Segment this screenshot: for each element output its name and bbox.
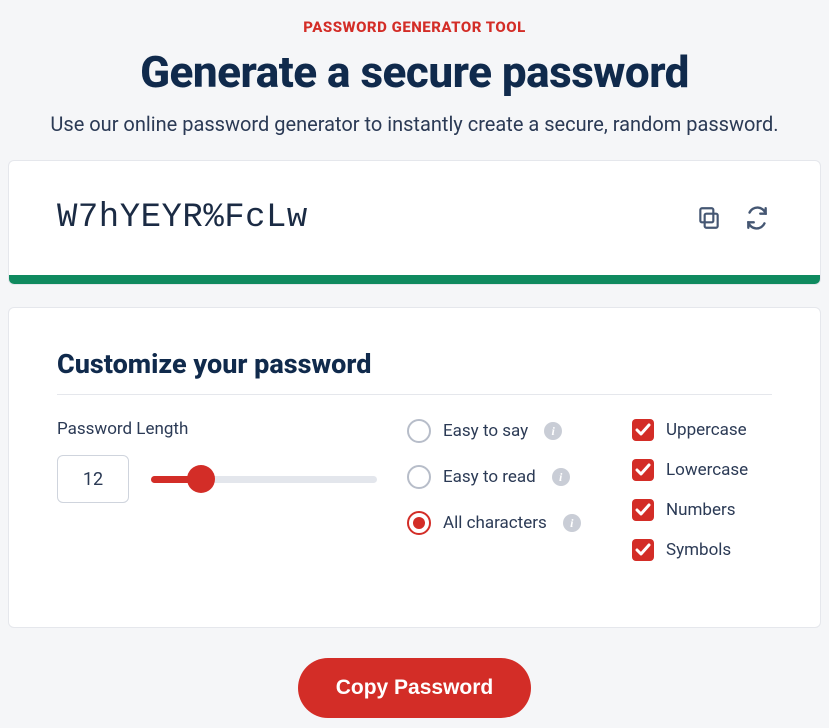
customize-heading: Customize your password <box>57 348 772 380</box>
length-input[interactable] <box>57 455 129 503</box>
checkbox-symbols[interactable]: Symbols <box>632 539 772 561</box>
refresh-icon[interactable] <box>742 203 772 233</box>
checkbox-icon <box>632 419 654 441</box>
checkbox-label: Numbers <box>666 500 736 520</box>
info-icon[interactable]: i <box>563 514 581 532</box>
checkbox-label: Uppercase <box>666 420 747 440</box>
checkbox-label: Symbols <box>666 540 731 560</box>
checkbox-uppercase[interactable]: Uppercase <box>632 419 772 441</box>
radio-icon <box>407 419 431 443</box>
length-label: Password Length <box>57 419 377 439</box>
radio-label: Easy to say <box>443 421 528 441</box>
generated-password: W7hYEYR%FcLw <box>57 199 308 237</box>
page-title: Generate a secure password <box>8 46 821 98</box>
radio-easy-to-read[interactable]: Easy to read i <box>407 465 602 489</box>
checkbox-icon <box>632 539 654 561</box>
radio-easy-to-say[interactable]: Easy to say i <box>407 419 602 443</box>
checkbox-lowercase[interactable]: Lowercase <box>632 459 772 481</box>
eyebrow: PASSWORD GENERATOR TOOL <box>8 18 821 36</box>
checkbox-numbers[interactable]: Numbers <box>632 499 772 521</box>
checkbox-label: Lowercase <box>666 460 748 480</box>
length-slider[interactable] <box>151 465 377 493</box>
radio-icon <box>407 465 431 489</box>
password-display-card: W7hYEYR%FcLw <box>8 160 821 285</box>
copy-password-button[interactable]: Copy Password <box>298 658 532 718</box>
radio-label: All characters <box>443 513 547 533</box>
copy-icon[interactable] <box>694 203 724 233</box>
info-icon[interactable]: i <box>552 468 570 486</box>
password-actions <box>694 203 772 233</box>
strength-bar <box>9 275 820 284</box>
radio-label: Easy to read <box>443 467 536 487</box>
radio-all-characters[interactable]: All characters i <box>407 511 602 535</box>
checkbox-icon <box>632 459 654 481</box>
subtitle: Use our online password generator to ins… <box>8 112 821 136</box>
divider <box>57 394 772 395</box>
slider-thumb[interactable] <box>187 465 215 493</box>
radio-icon <box>407 511 431 535</box>
customize-card: Customize your password Password Length <box>8 307 821 628</box>
checkbox-icon <box>632 499 654 521</box>
info-icon[interactable]: i <box>544 422 562 440</box>
